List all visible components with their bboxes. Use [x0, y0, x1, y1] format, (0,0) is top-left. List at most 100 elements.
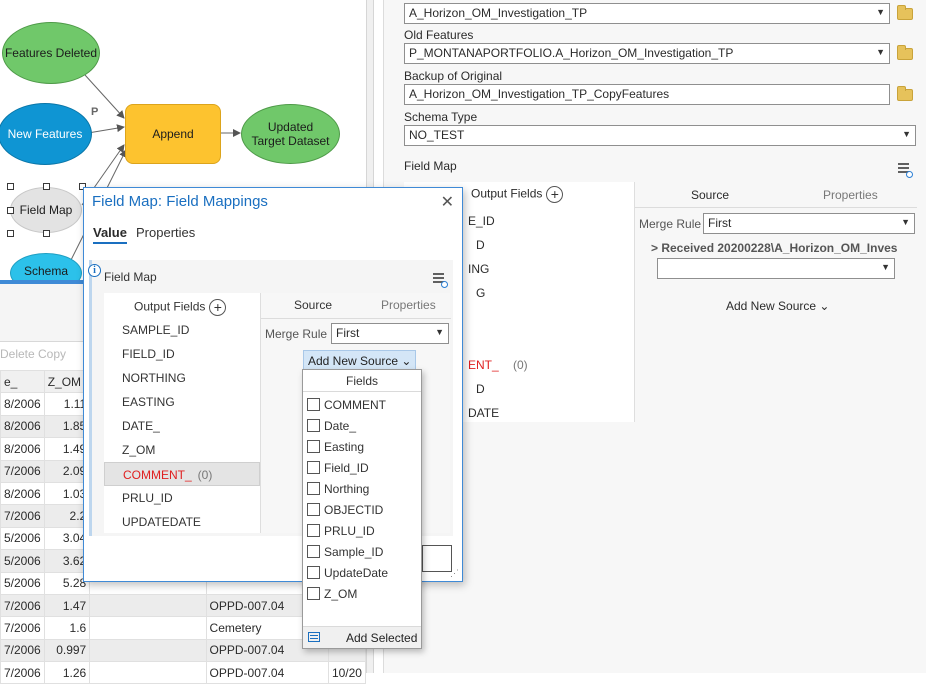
checkbox[interactable] [307, 461, 320, 474]
output-field-item[interactable]: G [476, 286, 485, 300]
field-option-easting[interactable]: Easting [307, 437, 364, 457]
field-option-prlu-id[interactable]: PRLU_ID [307, 521, 375, 541]
info-icon[interactable]: i [88, 264, 101, 277]
column-header-date[interactable]: e_ [0, 369, 45, 394]
output-field-item-comment[interactable]: ENT_ [468, 358, 499, 372]
checkbox[interactable] [307, 587, 320, 600]
checkbox[interactable] [307, 524, 320, 537]
table-cell[interactable]: 8/2006 [0, 414, 45, 439]
updated-target-node[interactable]: Updated Target Dataset [241, 104, 340, 164]
tab-properties[interactable]: Properties [136, 225, 195, 240]
field-option-label: Northing [324, 482, 370, 496]
table-cell[interactable] [89, 638, 207, 663]
backup-input[interactable]: A_Horizon_OM_Investigation_TP_CopyFeatur… [404, 84, 890, 105]
add-field-icon[interactable]: + [209, 299, 227, 316]
table-cell[interactable]: 0.997 [43, 638, 91, 663]
field-option-date[interactable]: Date_ [307, 416, 356, 436]
table-cell[interactable]: 7/2006 [0, 504, 45, 528]
field-option-objectid[interactable]: OBJECTID [307, 500, 383, 520]
field-option-field-id[interactable]: Field_ID [307, 458, 369, 478]
resize-grip-icon[interactable]: ⋰ [450, 569, 459, 578]
checkbox[interactable] [307, 419, 320, 432]
table-cell[interactable]: 7/2006 [0, 616, 45, 640]
old-features-combo[interactable]: P_MONTANAPORTFOLIO.A_Horizon_OM_Investig… [404, 43, 890, 64]
tab-source[interactable]: Source [691, 188, 729, 202]
output-field-comment[interactable]: COMMENT_ (0) [104, 462, 260, 486]
merge-rule-combo[interactable]: First ▼ [703, 213, 915, 234]
output-field-item[interactable]: D [476, 238, 485, 252]
folder-icon[interactable] [897, 45, 913, 60]
output-field-easting[interactable]: EASTING [104, 390, 260, 414]
features-deleted-node[interactable]: Features Deleted [2, 22, 100, 84]
output-field-prlu-id[interactable]: PRLU_ID [104, 486, 260, 510]
table-cell[interactable]: 1.47 [43, 593, 91, 618]
table-cell[interactable]: 7/2006 [0, 593, 45, 618]
target-dataset-combo[interactable]: A_Horizon_OM_Investigation_TP ▼ [404, 3, 890, 24]
tab-source[interactable]: Source [294, 298, 332, 312]
select-all-icon[interactable] [308, 632, 320, 642]
table-cell[interactable]: 5/2006 [0, 571, 45, 595]
table-cell[interactable]: 1.6 [43, 616, 91, 640]
field-option-northing[interactable]: Northing [307, 479, 369, 499]
table-cell[interactable]: 5/2006 [0, 549, 45, 573]
folder-icon[interactable] [897, 5, 913, 20]
field-map-node[interactable]: Field Map [10, 187, 82, 233]
close-icon[interactable]: ✕ [441, 192, 454, 212]
table-cell[interactable] [89, 616, 207, 640]
output-field-northing[interactable]: NORTHING [104, 366, 260, 390]
output-field-item[interactable]: E_ID [468, 214, 495, 228]
output-field-z-om[interactable]: Z_OM [104, 438, 260, 462]
folder-icon[interactable] [897, 86, 913, 101]
append-tool-node[interactable]: Append [125, 104, 221, 164]
table-cell[interactable] [89, 593, 207, 618]
output-field-updatedate[interactable]: UPDATEDATE [104, 510, 260, 534]
delete-button[interactable]: Delete [0, 347, 35, 361]
output-field-item[interactable]: D [476, 382, 485, 396]
received-source-group[interactable]: > Received 20200228\A_Horizon_OM_Inves [651, 241, 897, 255]
field-option-sample-id[interactable]: Sample_ID [307, 542, 383, 562]
table-cell[interactable]: 8/2006 [0, 392, 45, 416]
add-selected-bar: Add Selected [303, 626, 421, 648]
selection-handle[interactable] [7, 230, 14, 237]
table-cell[interactable]: 7/2006 [0, 638, 45, 663]
table-cell[interactable]: 8/2006 [0, 437, 45, 461]
field-option-comment[interactable]: COMMENT [307, 395, 386, 415]
field-map-list-icon[interactable] [431, 272, 448, 288]
tab-properties[interactable]: Properties [381, 298, 436, 312]
checkbox[interactable] [307, 440, 320, 453]
add-new-source-button[interactable]: Add New Source ⌄ [726, 299, 829, 313]
checkbox[interactable] [307, 545, 320, 558]
field-map-list-icon[interactable] [896, 162, 913, 178]
merge-rule-value: First [336, 326, 360, 340]
selection-handle[interactable] [7, 207, 14, 214]
source-panel: Source Properties Merge Rule First ▼ > Re… [634, 182, 917, 422]
table-cell[interactable]: 5/2006 [0, 526, 45, 551]
new-features-node[interactable]: New Features [0, 103, 92, 165]
table-cell[interactable]: 8/2006 [0, 481, 45, 506]
checkbox[interactable] [307, 398, 320, 411]
merge-rule-combo[interactable]: First ▼ [331, 323, 449, 344]
field-option-updatedate[interactable]: UpdateDate [307, 563, 388, 583]
output-field-item[interactable]: DATE [468, 406, 499, 420]
output-field-field-id[interactable]: FIELD_ID [104, 342, 260, 366]
selection-handle[interactable] [43, 183, 50, 190]
output-field-item[interactable]: ING [468, 262, 489, 276]
table-cell[interactable]: 7/2006 [0, 459, 45, 483]
output-field-date[interactable]: DATE_ [104, 414, 260, 438]
add-selected-button[interactable]: Add Selected [346, 631, 417, 645]
add-field-icon[interactable]: + [546, 186, 564, 203]
copy-button[interactable]: Copy [38, 347, 66, 361]
checkbox[interactable] [307, 503, 320, 516]
checkbox[interactable] [307, 566, 320, 579]
selection-handle[interactable] [43, 230, 50, 237]
chevron-down-icon: ▼ [435, 327, 444, 337]
checkbox[interactable] [307, 482, 320, 495]
ok-button-partial[interactable] [422, 545, 452, 572]
tab-value[interactable]: Value [93, 225, 127, 244]
schema-type-combo[interactable]: NO_TEST ▼ [404, 125, 916, 146]
output-field-sample-id[interactable]: SAMPLE_ID [104, 318, 260, 342]
tab-properties[interactable]: Properties [823, 188, 878, 202]
selection-handle[interactable] [7, 183, 14, 190]
source-field-combo[interactable]: ▼ [657, 258, 895, 279]
field-option-z-om[interactable]: Z_OM [307, 584, 357, 604]
